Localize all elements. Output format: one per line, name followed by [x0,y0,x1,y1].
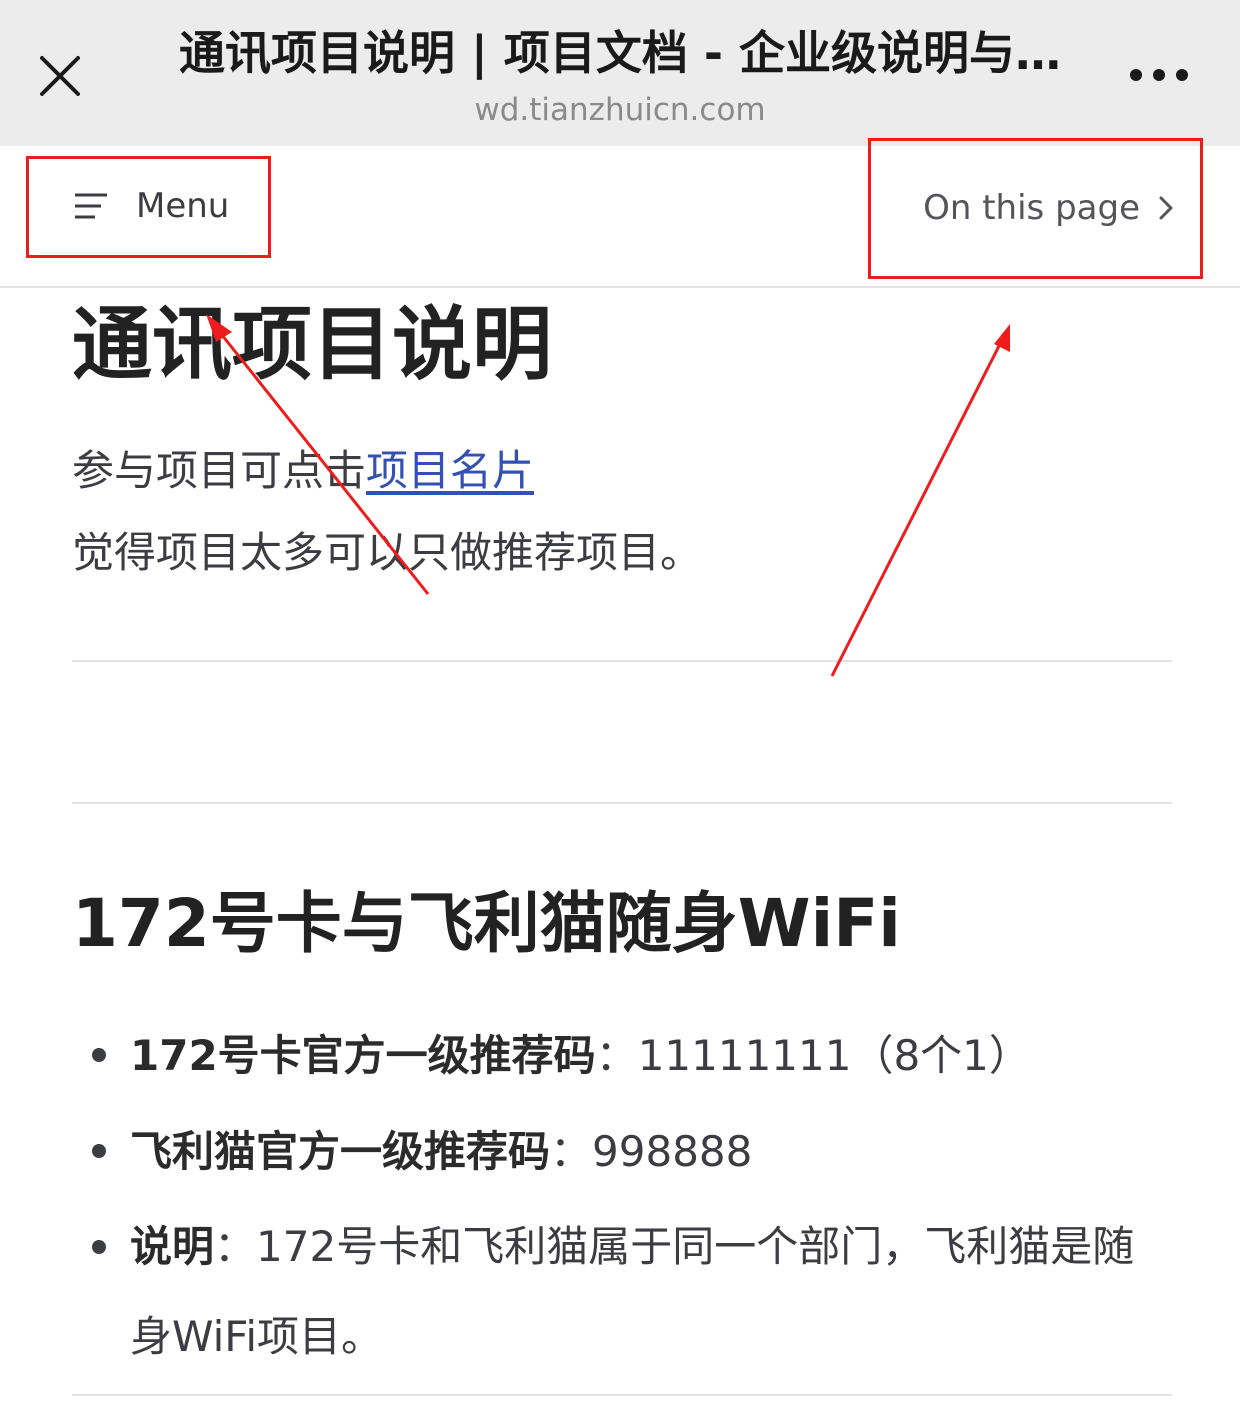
more-horizontal-icon [1130,69,1188,81]
section-title: 172号卡与飞利猫随身WiFi [72,885,901,962]
list-item-separator: ： [214,1222,257,1271]
doc-content: 通讯项目说明 参与项目可点击项目名片 觉得项目太多可以只做推荐项目。 [72,290,1172,594]
doc-nav-bar: Menu On this page [0,146,1240,288]
list-item-label: 说明 [130,1222,215,1271]
divider [72,1394,1172,1396]
on-this-page-label: On this page [923,188,1140,228]
intro-paragraph: 参与项目可点击项目名片 [72,430,1172,512]
menu-label: Menu [136,186,230,226]
bullet-icon [92,1048,106,1062]
bullet-icon [92,1240,106,1254]
list-item-separator: ： [550,1127,593,1176]
info-list: 172号卡官方一级推荐码：11111111（8个1） 飞利猫官方一级推荐码：99… [72,1010,1172,1382]
list-item-value: 998888 [592,1127,753,1176]
bullet-icon [92,1144,106,1158]
intro-line-2: 觉得项目太多可以只做推荐项目。 [72,528,703,577]
chevron-right-icon [1158,195,1174,221]
list-item: 飞利猫官方一级推荐码：998888 [72,1106,1172,1198]
intro-text: 参与项目可点击 [72,446,367,495]
list-item-label: 飞利猫官方一级推荐码 [130,1127,551,1176]
page-title: 通讯项目说明 [72,298,552,391]
list-item-value: 11111111（8个1） [637,1031,1031,1080]
list-item: 说明：172号卡和飞利猫属于同一个部门，飞利猫是随身WiFi项目。 [72,1202,1172,1382]
browser-top-bar: 通讯项目说明 | 项目文档 - 企业级说明与… wd.tianzhuicn.co… [0,0,1240,146]
menu-button[interactable]: Menu [26,156,270,256]
hamburger-menu-icon [74,193,108,219]
on-this-page-button[interactable]: On this page [868,138,1202,278]
divider [72,660,1172,662]
list-item-label: 172号卡官方一级推荐码 [130,1031,596,1080]
list-item-separator: ： [595,1031,638,1080]
browser-domain: wd.tianzhuicn.com [474,92,766,128]
more-options-button[interactable] [1118,50,1200,100]
divider [72,802,1172,804]
list-item: 172号卡官方一级推荐码：11111111（8个1） [72,1010,1172,1102]
list-item-value: 172号卡和飞利猫属于同一个部门，飞利猫是随身WiFi项目。 [130,1222,1135,1361]
project-card-link[interactable]: 项目名片 [366,446,534,495]
browser-page-title: 通讯项目说明 | 项目文档 - 企业级说明与… [179,26,1061,80]
